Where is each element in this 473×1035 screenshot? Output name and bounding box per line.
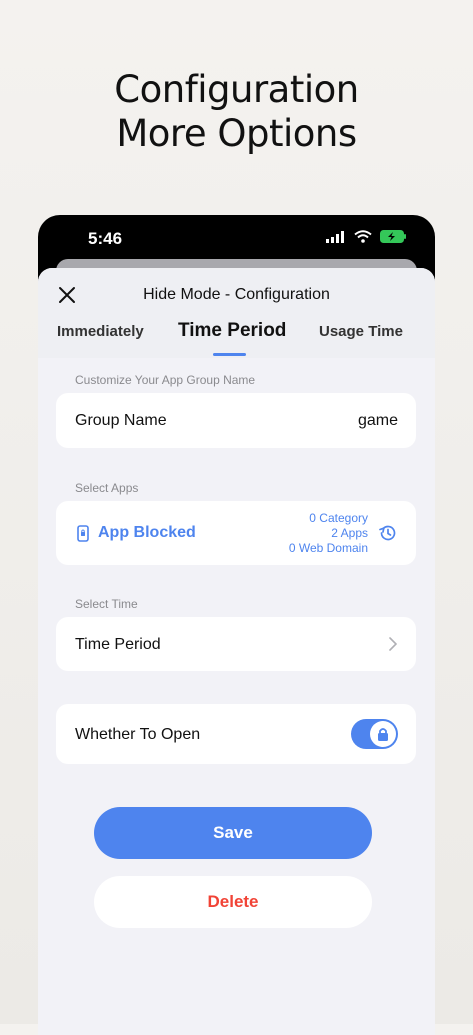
signal-icon [326, 230, 344, 243]
history-icon[interactable] [378, 523, 398, 543]
time-period-label: Time Period [75, 636, 161, 653]
app-blocked-title: App Blocked [98, 524, 196, 541]
chevron-right-icon [389, 637, 397, 651]
tab-indicator [213, 353, 246, 356]
whether-to-open-toggle[interactable] [351, 719, 398, 749]
sheet-title: Hide Mode - Configuration [143, 286, 330, 303]
headline-line-2: More Options [116, 112, 357, 155]
lock-icon [378, 727, 388, 741]
whether-to-open-row: Whether To Open [56, 704, 416, 764]
select-apps-section-label: Select Apps [75, 481, 139, 495]
group-name-value[interactable]: game [358, 412, 398, 430]
apps-count: 2 Apps [331, 526, 368, 540]
configuration-sheet: Hide Mode - Configuration Immediately Ti… [38, 268, 435, 1035]
headline: Configuration More Options [0, 68, 473, 156]
mode-tabs: Immediately Time Period Usage Time [38, 320, 435, 358]
status-icons [326, 230, 407, 243]
tab-immediately[interactable]: Immediately [57, 323, 144, 340]
group-name-section-label: Customize Your App Group Name [75, 373, 256, 387]
battery-charging-icon [380, 230, 406, 243]
group-name-label: Group Name [75, 412, 167, 429]
status-time: 5:46 [88, 229, 123, 248]
web-domain-count: 0 Web Domain [288, 541, 368, 555]
status-bar: 5:46 [38, 215, 435, 263]
delete-button[interactable]: Delete [94, 876, 372, 928]
tab-usage-time[interactable]: Usage Time [319, 323, 403, 340]
wifi-icon [354, 230, 372, 243]
tab-time-period[interactable]: Time Period [178, 320, 286, 342]
toggle-knob [370, 721, 396, 747]
headline-line-1: Configuration [114, 68, 359, 111]
phone-lock-icon [77, 525, 89, 542]
group-name-row[interactable]: Group Name game [56, 393, 416, 448]
app-selection-summary: 0 Category 2 Apps 0 Web Domain [289, 511, 368, 556]
save-button[interactable]: Save [94, 807, 372, 859]
time-period-row[interactable]: Time Period [56, 617, 416, 671]
select-apps-row[interactable]: App Blocked 0 Category 2 Apps 0 Web Doma… [56, 501, 416, 565]
phone-frame: 5:46 Hide Mode - Configuration Immediate… [38, 215, 435, 1035]
sheet-header: Hide Mode - Configuration Immediately Ti… [38, 268, 435, 358]
select-time-section-label: Select Time [75, 597, 138, 611]
whether-to-open-label: Whether To Open [75, 726, 201, 743]
category-count: 0 Category [309, 511, 368, 525]
